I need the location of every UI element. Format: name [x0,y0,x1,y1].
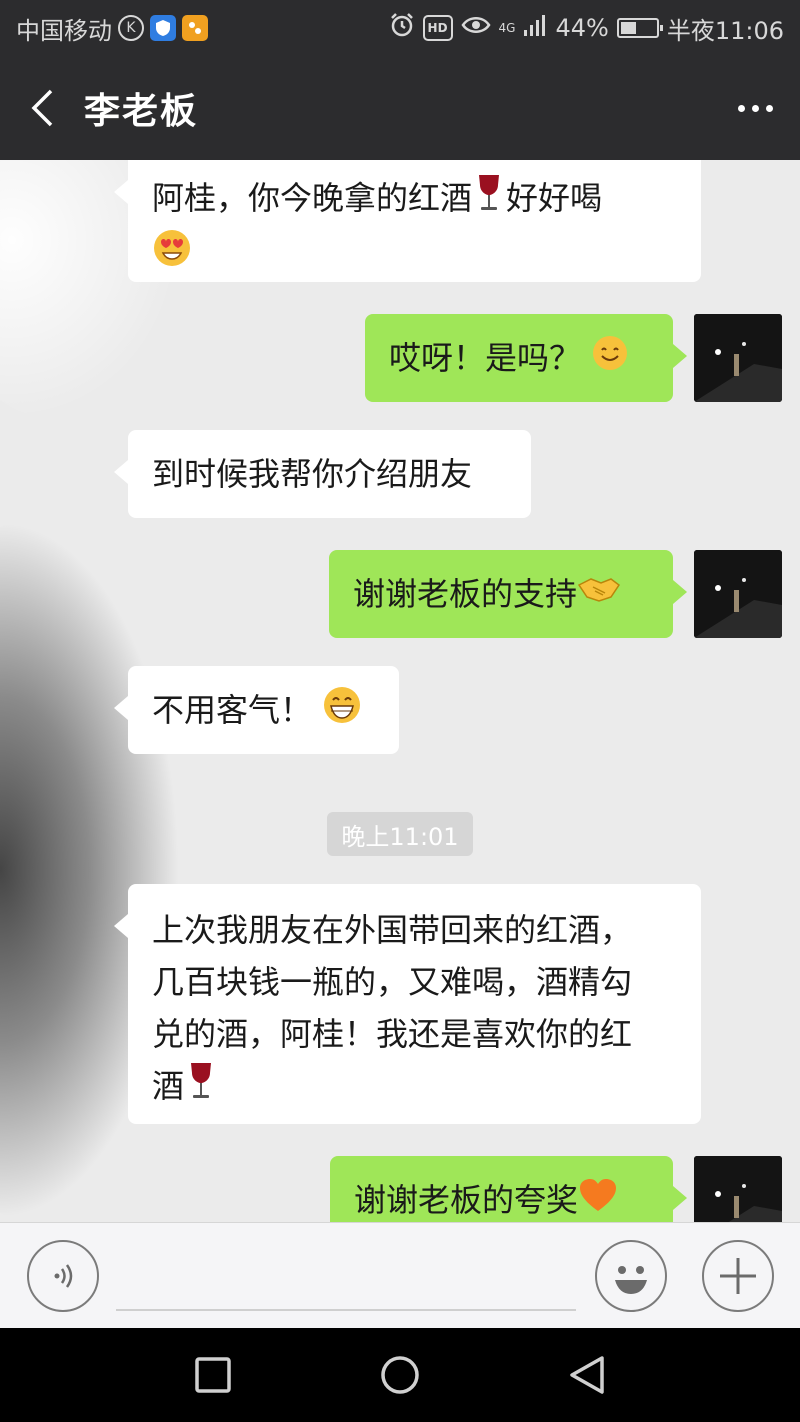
wine-glass-icon [472,173,506,228]
circle-icon [381,1356,419,1394]
back-button[interactable] [0,56,84,160]
system-nav-bar [0,1328,800,1422]
emoji-face-icon [615,1266,647,1294]
clock: 半夜11:06 [666,16,784,45]
alarm-icon [389,12,415,44]
my-avatar[interactable] [694,550,782,638]
status-bar: 中国移动 K HD 4G 44% 半夜11:06 [0,0,800,56]
heart-eyes-emoji [152,228,192,283]
handshake-emoji [577,570,621,622]
home-button[interactable] [355,1328,445,1422]
battery-icon [616,18,663,38]
shield-icon [150,15,176,41]
wine-glass-icon [184,1061,218,1116]
message-bubble-incoming[interactable]: 阿桂，你今晚拿的红酒 好好喝 [114,160,701,283]
eye-icon [461,14,491,42]
more-button[interactable] [710,56,800,160]
message-timestamp: 晚上11:01 [327,812,473,856]
voice-button[interactable] [27,1240,99,1312]
message-bubble-incoming[interactable]: 上次我朋友在外国带回来的红酒， 几百块钱一瓶的，又难喝，酒精勾 兑的酒，阿桂！我… [114,884,701,1124]
battery-percent: 44% [555,14,609,42]
emoji-button[interactable] [595,1240,667,1312]
plus-icon [720,1258,756,1294]
grin-emoji [322,685,362,740]
add-button[interactable] [702,1240,774,1312]
chevron-left-icon [31,89,53,127]
recent-apps-button[interactable] [168,1328,258,1422]
title-bar: 李老板 [0,56,800,160]
network-type: 4G [498,21,516,35]
signal-icon [523,14,547,42]
system-back-button[interactable] [542,1328,632,1422]
app-badge-icon [182,15,208,41]
message-bubble-incoming[interactable]: 不用客气！ [114,666,399,754]
orange-heart-emoji [578,1176,618,1222]
my-avatar[interactable] [694,1156,782,1222]
message-bubble-outgoing[interactable]: 谢谢老板的支持 [329,550,687,638]
k-icon: K [118,15,144,41]
hd-icon: HD [422,15,453,41]
message-bubble-outgoing[interactable]: 哎呀！是吗？ [365,314,687,402]
carrier-label: 中国移动 [16,16,112,45]
chat-area[interactable]: 阿桂，你今晚拿的红酒 好好喝 哎呀！是吗？ 到时候我帮你介绍朋友 谢谢老板的支持… [0,160,800,1222]
message-bubble-incoming[interactable]: 到时候我帮你介绍朋友 [114,430,531,518]
square-icon [195,1357,232,1393]
smile-emoji [591,334,629,387]
triangle-back-icon [569,1356,604,1394]
chat-title: 李老板 [84,91,199,132]
more-dots-icon [737,104,745,112]
input-bar [0,1222,800,1328]
voice-icon [54,1264,73,1288]
message-bubble-outgoing[interactable]: 谢谢老板的夸奖 [330,1156,687,1222]
message-input[interactable] [116,1309,576,1311]
my-avatar[interactable] [694,314,782,402]
